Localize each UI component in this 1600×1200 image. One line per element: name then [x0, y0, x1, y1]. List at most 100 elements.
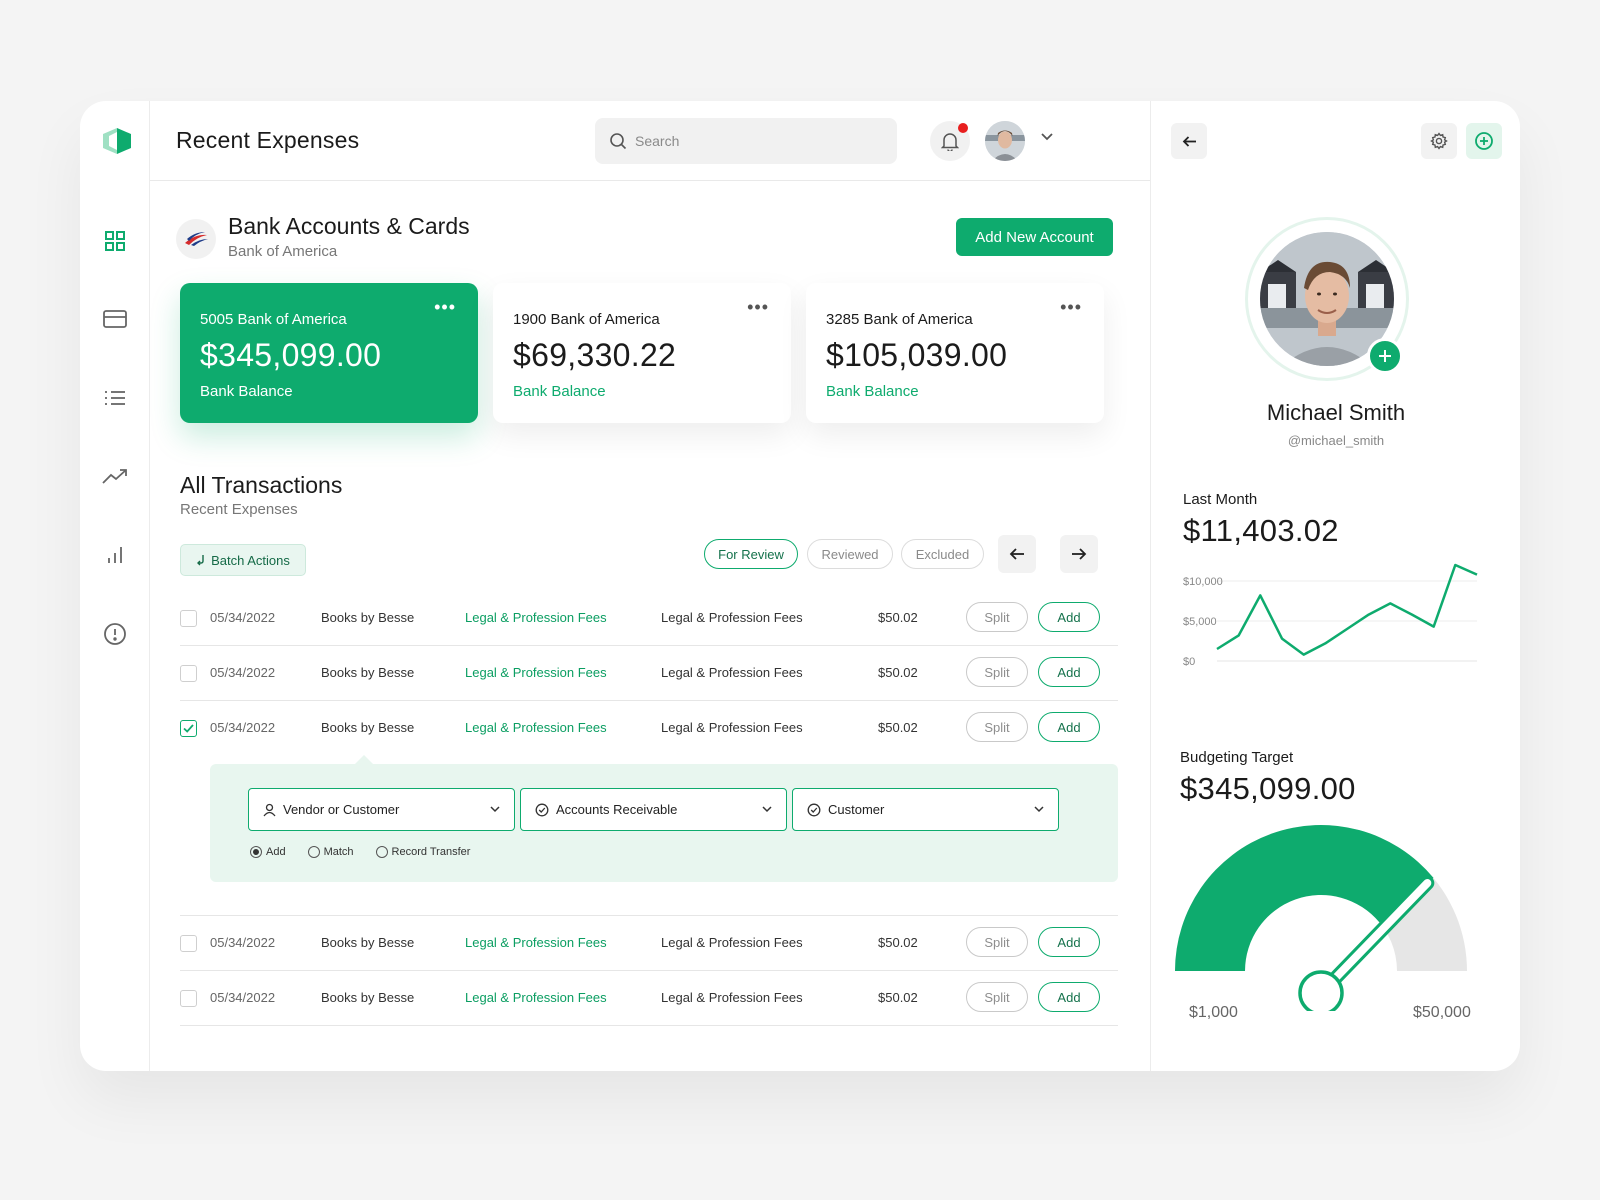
more-options-icon[interactable]: ••• [1060, 297, 1082, 318]
trend-icon[interactable] [102, 463, 128, 489]
gauge-min-label: $1,000 [1189, 1004, 1238, 1021]
table-row: 05/34/2022 Books by Besse Legal & Profes… [180, 916, 1118, 971]
list-icon[interactable] [102, 385, 128, 411]
profile-handle: @michael_smith [1287, 433, 1385, 448]
filter-excluded[interactable]: Excluded [901, 539, 984, 569]
account-card[interactable]: 3285 Bank of America $105,039.00 Bank Ba… [806, 283, 1104, 423]
radio-label: Match [323, 846, 354, 858]
dashboard-icon[interactable] [102, 228, 128, 254]
bank-logo [176, 219, 216, 259]
split-button[interactable]: Split [966, 712, 1028, 742]
card-balance: $345,099.00 [200, 337, 382, 373]
row-checkbox[interactable] [180, 990, 197, 1007]
radio-indicator [307, 846, 320, 858]
row-category-link[interactable]: Legal & Profession Fees [465, 990, 607, 1005]
chevron-down-icon [762, 806, 772, 813]
plus-icon [1379, 350, 1391, 362]
gauge-hub [1298, 970, 1344, 1011]
batch-actions-label: Batch Actions [211, 552, 290, 568]
radio-indicator [250, 846, 262, 858]
back-arrow-icon [1009, 548, 1024, 560]
last-month-line-chart: $10,000 $5,000 $0 [1183, 563, 1478, 668]
card-account-name: 3285 Bank of America [826, 311, 973, 328]
filter-reviewed[interactable]: Reviewed [807, 539, 893, 569]
add-button[interactable] [1466, 123, 1502, 159]
radio-add[interactable]: Add [250, 846, 286, 858]
split-button[interactable]: Split [966, 927, 1028, 957]
add-button[interactable]: Add [1038, 712, 1100, 742]
row-vendor: Books by Besse [321, 935, 415, 950]
table-row: 05/34/2022 Books by Besse Legal & Profes… [180, 646, 1118, 701]
add-button[interactable]: Add [1038, 602, 1100, 632]
radio-match[interactable]: Match [307, 846, 354, 858]
radio-indicator [375, 846, 388, 858]
customer-select-value: Customer [828, 802, 885, 817]
batch-actions-button[interactable]: Batch Actions [180, 544, 306, 576]
table-divider [180, 862, 1118, 916]
split-button[interactable]: Split [966, 982, 1028, 1012]
bell-icon [941, 132, 959, 151]
row-vendor: Books by Besse [321, 610, 415, 625]
logo-icon[interactable] [100, 126, 134, 156]
vendor-select[interactable]: Vendor or Customer [248, 788, 515, 831]
row-vendor: Books by Besse [321, 720, 415, 735]
split-button[interactable]: Split [966, 602, 1028, 632]
row-category-link[interactable]: Legal & Profession Fees [465, 610, 607, 625]
account-card[interactable]: 1900 Bank of America $69,330.22 Bank Bal… [493, 283, 791, 423]
row-category-link[interactable]: Legal & Profession Fees [465, 720, 607, 735]
row-category: Legal & Profession Fees [661, 720, 803, 735]
customer-select[interactable]: Customer [792, 788, 1059, 831]
row-amount: $50.02 [878, 610, 918, 625]
row-checkbox[interactable] [180, 610, 197, 627]
add-new-account-button[interactable]: Add New Account [956, 218, 1113, 256]
alert-icon[interactable] [102, 621, 128, 647]
return-arrow-icon [197, 555, 204, 566]
add-button[interactable]: Add [1038, 927, 1100, 957]
account-card[interactable]: 5005 Bank of America $345,099.00 Bank Ba… [180, 283, 478, 423]
previous-page-button[interactable] [998, 535, 1036, 573]
next-page-button[interactable] [1060, 535, 1098, 573]
radio-record-transfer[interactable]: Record Transfer [375, 846, 470, 858]
chevron-down-icon [1034, 806, 1044, 813]
row-vendor: Books by Besse [321, 990, 415, 1005]
plus-circle-icon [1475, 132, 1493, 150]
search-input[interactable] [635, 133, 875, 149]
y-tick-label: $10,000 [1183, 576, 1223, 588]
add-button[interactable]: Add [1038, 657, 1100, 687]
table-row: 05/34/2022 Books by Besse Legal & Profes… [180, 701, 1118, 756]
search-box[interactable] [595, 118, 897, 164]
table-row: 05/34/2022 Books by Besse Legal & Profes… [180, 591, 1118, 646]
transactions-title: All Transactions [180, 472, 343, 498]
bank-section-title: Bank Accounts & Cards [228, 213, 470, 239]
profile-name: Michael Smith [1266, 400, 1406, 425]
card-balance-label: Bank Balance [513, 383, 606, 400]
transactions-subtitle: Recent Expenses [180, 501, 298, 518]
bar-chart-icon[interactable] [102, 542, 128, 568]
row-date: 05/34/2022 [210, 610, 276, 625]
card-icon[interactable] [102, 306, 128, 332]
notifications-button[interactable] [930, 121, 970, 161]
more-options-icon[interactable]: ••• [747, 297, 769, 318]
row-checkbox[interactable] [180, 665, 197, 682]
chevron-down-icon[interactable] [1040, 132, 1054, 142]
row-checkbox[interactable] [180, 935, 197, 952]
more-options-icon[interactable]: ••• [434, 297, 456, 318]
row-category-link[interactable]: Legal & Profession Fees [465, 935, 607, 950]
account-select[interactable]: Accounts Receivable [520, 788, 787, 831]
back-button[interactable] [1171, 123, 1207, 159]
sidebar [80, 101, 150, 1071]
row-checkbox[interactable] [180, 720, 197, 737]
add-button[interactable]: Add [1038, 982, 1100, 1012]
split-button[interactable]: Split [966, 657, 1028, 687]
avatar[interactable] [985, 121, 1025, 161]
add-photo-button[interactable] [1367, 338, 1403, 374]
back-arrow-icon [1182, 135, 1196, 147]
row-date: 05/34/2022 [210, 990, 276, 1005]
row-category-link[interactable]: Legal & Profession Fees [465, 665, 607, 680]
last-month-amount: $11,403.02 [1183, 513, 1339, 548]
settings-button[interactable] [1421, 123, 1457, 159]
account-select-value: Accounts Receivable [556, 802, 678, 817]
filter-for-review[interactable]: For Review [704, 539, 798, 569]
chevron-down-icon [490, 806, 500, 813]
gauge-max-label: $50,000 [1413, 1004, 1471, 1021]
